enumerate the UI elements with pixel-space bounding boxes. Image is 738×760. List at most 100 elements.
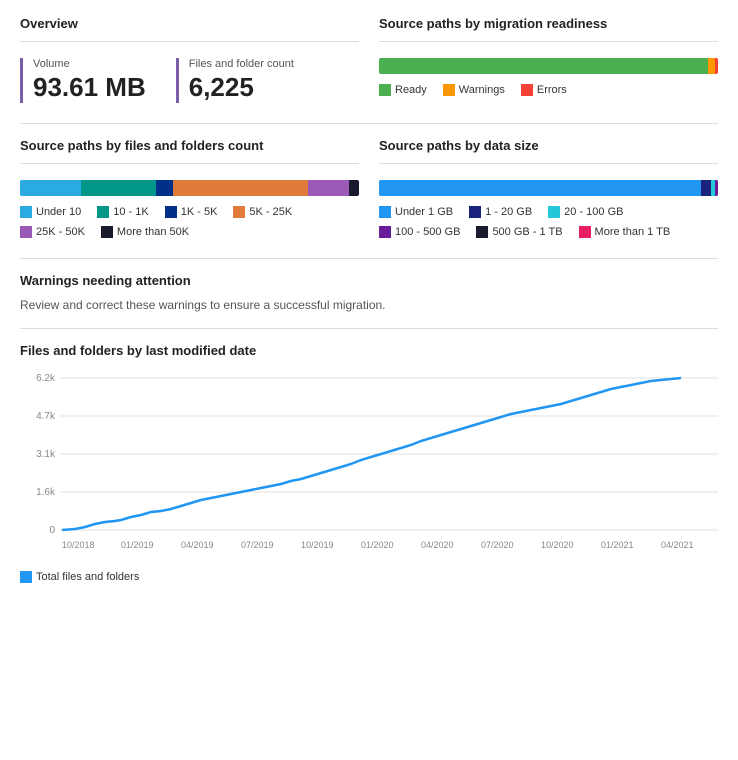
svg-text:3.1k: 3.1k (36, 449, 56, 460)
legend-label: 25K - 50K (36, 226, 85, 238)
legend-item: 20 - 100 GB (548, 206, 623, 218)
warnings-title: Warnings needing attention (20, 273, 718, 288)
legend-item: 5K - 25K (233, 206, 292, 218)
svg-text:10/2018: 10/2018 (62, 540, 95, 550)
legend-swatch (233, 206, 245, 218)
chart-legend-swatch (20, 571, 32, 583)
datasize-section: Source paths by data size Under 1 GB 1 - … (379, 138, 718, 238)
legend-label: Errors (537, 84, 567, 96)
legend-label: Under 10 (36, 206, 81, 218)
legend-swatch (165, 206, 177, 218)
svg-text:04/2021: 04/2021 (661, 540, 694, 550)
svg-text:10/2019: 10/2019 (301, 540, 334, 550)
warnings-section: Warnings needing attention Review and co… (20, 273, 718, 312)
chart-title: Files and folders by last modified date (20, 343, 718, 358)
legend-item: 500 GB - 1 TB (476, 226, 562, 238)
readiness-section: Source paths by migration readiness Read… (379, 16, 718, 103)
legend-item: 1 - 20 GB (469, 206, 532, 218)
legend-label: 10 - 1K (113, 206, 148, 218)
dashboard: Overview Volume 93.61 MB Files and folde… (0, 0, 738, 607)
legend-swatch (521, 84, 533, 96)
svg-text:4.7k: 4.7k (36, 411, 56, 422)
chart-legend-label: Total files and folders (36, 571, 139, 583)
legend-item: 10 - 1K (97, 206, 148, 218)
chart-area: 6.2k 4.7k 3.1k 1.6k 0 10/2018 01/2019 04… (20, 368, 718, 571)
svg-text:6.2k: 6.2k (36, 373, 56, 384)
legend-swatch (20, 206, 32, 218)
count-bar (20, 180, 359, 196)
legend-item: 25K - 50K (20, 226, 85, 238)
count-title: Source paths by files and folders count (20, 138, 359, 153)
top-row: Overview Volume 93.61 MB Files and folde… (20, 16, 718, 103)
svg-text:07/2019: 07/2019 (241, 540, 274, 550)
volume-stat: Volume 93.61 MB (20, 58, 146, 103)
legend-label: 1K - 5K (181, 206, 218, 218)
count-section: Source paths by files and folders count … (20, 138, 359, 238)
legend-swatch (379, 206, 391, 218)
chart-legend-item: Total files and folders (20, 571, 139, 583)
legend-item: More than 50K (101, 226, 189, 238)
bar-segment (715, 180, 718, 196)
bar-segment (708, 58, 715, 74)
datasize-bar (379, 180, 718, 196)
readiness-bar (379, 58, 718, 74)
legend-label: 1 - 20 GB (485, 206, 532, 218)
legend-item: Under 1 GB (379, 206, 453, 218)
legend-swatch (579, 226, 591, 238)
bar-segment (308, 180, 349, 196)
chart-legend: Total files and folders (20, 571, 718, 583)
files-value: 6,225 (189, 72, 294, 103)
legend-swatch (476, 226, 488, 238)
overview-title: Overview (20, 16, 359, 31)
legend-swatch (443, 84, 455, 96)
files-label: Files and folder count (189, 58, 294, 70)
legend-label: 500 GB - 1 TB (492, 226, 562, 238)
volume-value: 93.61 MB (33, 72, 146, 103)
svg-text:01/2019: 01/2019 (121, 540, 154, 550)
bar-segment (715, 58, 718, 74)
legend-label: More than 1 TB (595, 226, 671, 238)
svg-text:10/2020: 10/2020 (541, 540, 574, 550)
svg-text:07/2020: 07/2020 (481, 540, 514, 550)
legend-label: 20 - 100 GB (564, 206, 623, 218)
files-stat: Files and folder count 6,225 (176, 58, 294, 103)
legend-label: Warnings (459, 84, 505, 96)
legend-item: Errors (521, 84, 567, 96)
volume-label: Volume (33, 58, 146, 70)
warnings-description: Review and correct these warnings to ens… (20, 298, 718, 312)
svg-text:0: 0 (49, 525, 55, 536)
bar-segment (81, 180, 156, 196)
bar-segment (173, 180, 309, 196)
bar-segment (156, 180, 173, 196)
legend-item: 1K - 5K (165, 206, 218, 218)
datasize-title: Source paths by data size (379, 138, 718, 153)
legend-item: Under 10 (20, 206, 81, 218)
legend-item: More than 1 TB (579, 226, 671, 238)
readiness-title: Source paths by migration readiness (379, 16, 718, 31)
readiness-legend: Ready Warnings Errors (379, 84, 718, 96)
datasize-legend: Under 1 GB 1 - 20 GB 20 - 100 GB 100 - 500 … (379, 206, 718, 238)
svg-text:04/2020: 04/2020 (421, 540, 454, 550)
line-chart: 6.2k 4.7k 3.1k 1.6k 0 10/2018 01/2019 04… (20, 368, 718, 568)
overview-section: Overview Volume 93.61 MB Files and folde… (20, 16, 359, 103)
count-legend: Under 10 10 - 1K 1K - 5K 5K - 25K 25K - 50K M… (20, 206, 359, 238)
legend-label: More than 50K (117, 226, 189, 238)
bar-segment (349, 180, 359, 196)
legend-label: 100 - 500 GB (395, 226, 460, 238)
svg-text:01/2021: 01/2021 (601, 540, 634, 550)
svg-text:04/2019: 04/2019 (181, 540, 214, 550)
legend-swatch (379, 84, 391, 96)
legend-swatch (469, 206, 481, 218)
svg-text:01/2020: 01/2020 (361, 540, 394, 550)
legend-item: Ready (379, 84, 427, 96)
bar-segment (20, 180, 81, 196)
legend-swatch (548, 206, 560, 218)
legend-swatch (101, 226, 113, 238)
legend-swatch (20, 226, 32, 238)
legend-item: Warnings (443, 84, 505, 96)
overview-stats: Volume 93.61 MB Files and folder count 6… (20, 58, 359, 103)
bar-segment (379, 58, 708, 74)
svg-text:1.6k: 1.6k (36, 487, 56, 498)
legend-item: 100 - 500 GB (379, 226, 460, 238)
chart-section: Files and folders by last modified date … (20, 343, 718, 583)
